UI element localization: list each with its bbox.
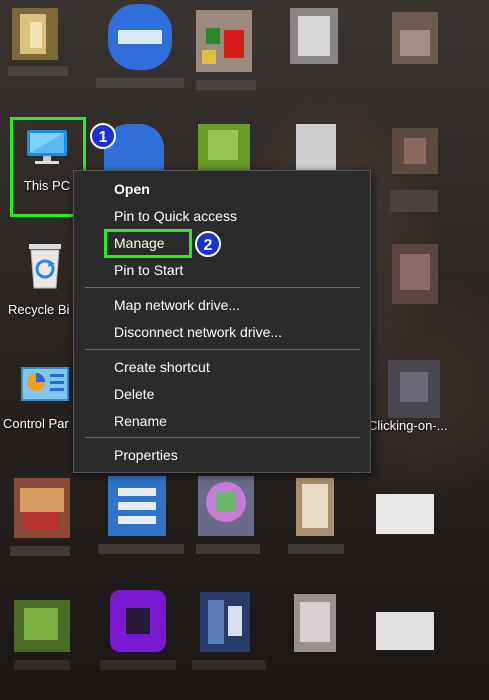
blurred-label bbox=[98, 544, 184, 554]
blurred-icon bbox=[290, 8, 338, 64]
blurred-icon bbox=[376, 612, 434, 650]
blurred-icon bbox=[376, 494, 434, 534]
menu-item-open[interactable]: Open bbox=[114, 178, 150, 200]
manage-highlight bbox=[104, 229, 192, 258]
blurred-label bbox=[8, 66, 68, 76]
menu-item-disconnect-network-drive[interactable]: Disconnect network drive... bbox=[114, 321, 282, 343]
blurred-label bbox=[14, 660, 70, 670]
blurred-icon bbox=[198, 124, 250, 172]
menu-separator bbox=[85, 349, 360, 350]
blurred-icon bbox=[392, 12, 438, 64]
blurred-icon bbox=[296, 478, 334, 536]
blurred-label bbox=[192, 660, 266, 670]
blurred-label bbox=[10, 546, 70, 556]
blurred-icon bbox=[108, 476, 166, 536]
menu-item-delete[interactable]: Delete bbox=[114, 383, 154, 405]
step-badge-1: 1 bbox=[90, 123, 116, 149]
blurred-icon bbox=[390, 190, 438, 212]
control-panel-icon bbox=[21, 367, 69, 401]
blurred-label bbox=[196, 544, 260, 554]
step-badge-2: 2 bbox=[195, 231, 221, 257]
blurred-icon bbox=[196, 10, 252, 72]
blurred-icon bbox=[392, 128, 438, 174]
context-menu: Open Pin to Quick access Manage Pin to S… bbox=[73, 170, 371, 473]
blurred-icon bbox=[296, 124, 336, 172]
menu-item-rename[interactable]: Rename bbox=[114, 410, 167, 432]
menu-item-map-network-drive[interactable]: Map network drive... bbox=[114, 294, 240, 316]
blurred-icon bbox=[392, 244, 438, 304]
blurred-icon bbox=[388, 360, 440, 418]
blurred-label bbox=[196, 80, 256, 90]
recycle-bin-icon bbox=[29, 244, 61, 289]
blurred-icon bbox=[108, 4, 172, 70]
blurred-icon bbox=[200, 592, 250, 652]
blurred-icon bbox=[110, 590, 166, 652]
blurred-icon bbox=[294, 594, 336, 652]
blurred-label bbox=[96, 78, 184, 88]
blurred-icon bbox=[198, 476, 254, 536]
blurred-label bbox=[100, 660, 176, 670]
menu-separator bbox=[85, 437, 360, 438]
blurred-icon bbox=[14, 600, 70, 652]
desktop-partial-label: Clicking-on-... bbox=[368, 418, 448, 433]
blurred-label bbox=[288, 544, 344, 554]
menu-item-pin-quick-access[interactable]: Pin to Quick access bbox=[114, 205, 237, 227]
menu-item-create-shortcut[interactable]: Create shortcut bbox=[114, 356, 210, 378]
menu-item-pin-start[interactable]: Pin to Start bbox=[114, 259, 183, 281]
menu-item-properties[interactable]: Properties bbox=[114, 444, 178, 466]
menu-separator bbox=[85, 287, 360, 288]
blurred-icon bbox=[14, 478, 70, 538]
blurred-icon bbox=[12, 8, 58, 60]
